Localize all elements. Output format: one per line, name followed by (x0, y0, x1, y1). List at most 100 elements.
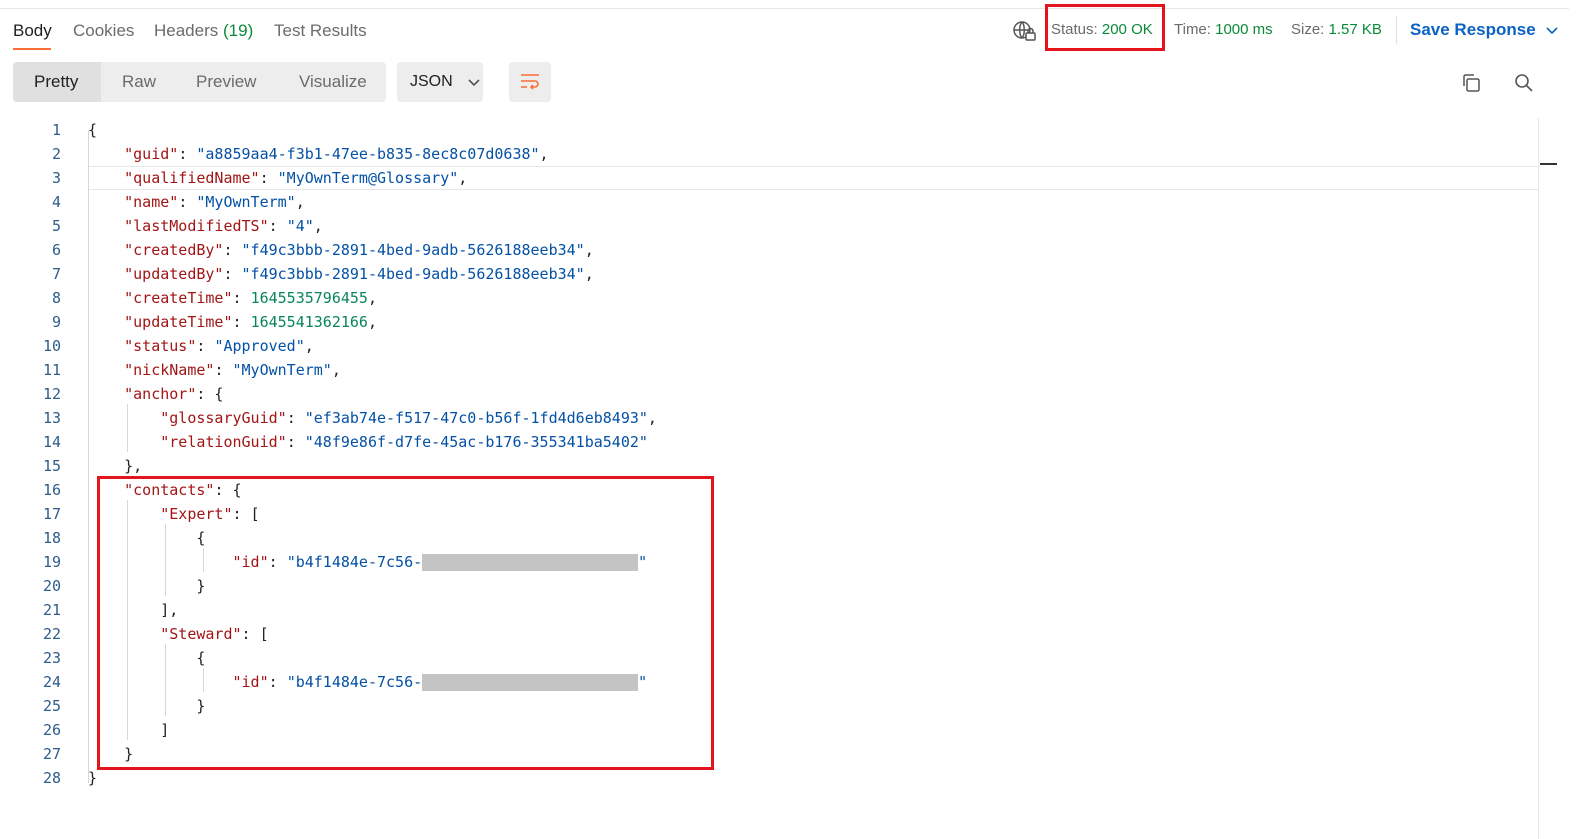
json-key: "nickName" (124, 361, 215, 379)
line-number: 16 (42, 481, 61, 499)
json-punctuation: : (232, 289, 251, 307)
save-response-button[interactable]: Save Response (1410, 20, 1558, 40)
wrap-lines-icon (519, 72, 541, 92)
line-number: 21 (42, 601, 61, 619)
tab-cookies-label: Cookies (73, 21, 135, 40)
json-key: "createTime" (124, 289, 233, 307)
line-number-gutter: 1 2 3 4 5 6 7 8 9 10 11 12 13 14 15 16 17 18 19 20 21 22 23 24 2… (13, 118, 61, 790)
scrollbar-track[interactable] (1538, 118, 1539, 839)
code-line: { (88, 118, 657, 142)
tab-body-label: Body (13, 21, 52, 40)
status-highlight-box (1045, 4, 1165, 51)
json-punctuation: , (331, 361, 341, 379)
json-punctuation: : (232, 313, 251, 331)
line-number: 12 (42, 385, 61, 403)
line-number: 28 (42, 769, 61, 787)
line-number: 22 (42, 625, 61, 643)
json-punctuation: } (88, 769, 98, 787)
json-string: "ef3ab74e-f517-47c0-b56f-1fd4d6eb8493" (304, 409, 648, 427)
json-string: "Approved" (214, 337, 305, 355)
json-string: "f49c3bbb-2891-4bed-9adb-5626188eeb34" (241, 265, 585, 283)
json-key: "relationGuid" (160, 433, 287, 451)
tab-test-results-label: Test Results (274, 21, 367, 40)
format-dropdown-value: JSON (410, 73, 453, 90)
time-value: 1000 ms (1215, 21, 1273, 38)
line-number: 8 (51, 289, 61, 307)
json-punctuation: : (178, 145, 197, 163)
json-punctuation: : (196, 337, 215, 355)
code-line: "updateTime": 1645541362166, (88, 310, 657, 334)
json-punctuation: : (223, 265, 242, 283)
code-line: "glossaryGuid": "ef3ab74e-f517-47c0-b56f… (88, 406, 657, 430)
active-tab-indicator (13, 48, 51, 50)
json-punctuation: , (367, 313, 377, 331)
code-line: "lastModifiedTS": "4", (88, 214, 657, 238)
meta-divider (1396, 16, 1397, 44)
code-line: "relationGuid": "48f9e86f-d7fe-45ac-b176… (88, 430, 657, 454)
line-number: 3 (51, 169, 61, 187)
view-mode-preview[interactable]: Preview (196, 72, 256, 92)
search-icon[interactable] (1514, 73, 1534, 93)
code-line: "qualifiedName": "MyOwnTerm@Glossary", (88, 166, 657, 190)
json-key: "name" (124, 193, 179, 211)
tab-test-results[interactable]: Test Results (274, 21, 367, 41)
tab-body[interactable]: Body (13, 21, 52, 41)
json-number: 1645541362166 (250, 313, 368, 331)
json-string: "MyOwnTerm@Glossary" (277, 169, 459, 187)
line-number: 4 (51, 193, 61, 211)
json-key: "lastModifiedTS" (124, 217, 269, 235)
globe-lock-icon[interactable] (1012, 19, 1036, 43)
json-string: "4" (286, 217, 314, 235)
scrollbar-thumb[interactable] (1540, 163, 1557, 165)
code-line: "createTime": 1645535796455, (88, 286, 657, 310)
json-key: "status" (124, 337, 197, 355)
view-mode-raw[interactable]: Raw (122, 72, 156, 92)
tab-cookies[interactable]: Cookies (73, 21, 134, 41)
time-readout: Time: 1000 ms (1174, 21, 1273, 38)
json-punctuation: , (304, 337, 314, 355)
size-readout: Size: 1.57 KB (1291, 21, 1382, 38)
json-punctuation: , (584, 265, 594, 283)
chevron-down-icon (468, 79, 480, 87)
line-number: 19 (42, 553, 61, 571)
save-response-label: Save Response (1410, 20, 1536, 39)
code-line: "status": "Approved", (88, 334, 657, 358)
json-punctuation: : (223, 241, 242, 259)
line-number: 20 (42, 577, 61, 595)
chevron-down-icon (1546, 26, 1558, 35)
tab-headers[interactable]: Headers (19) (154, 21, 253, 41)
line-number: 23 (42, 649, 61, 667)
line-number: 1 (51, 121, 61, 139)
top-divider (0, 8, 1569, 9)
json-string: "a8859aa4-f3b1-47ee-b835-8ec8c07d0638" (196, 145, 540, 163)
line-number: 10 (42, 337, 61, 355)
json-string: "MyOwnTerm" (232, 361, 332, 379)
line-number: 9 (51, 313, 61, 331)
json-punctuation: , (295, 193, 305, 211)
json-number: 1645535796455 (250, 289, 368, 307)
view-mode-pretty[interactable]: Pretty (34, 72, 78, 92)
json-punctuation: , (539, 145, 549, 163)
line-number: 5 (51, 217, 61, 235)
json-punctuation: : (214, 361, 233, 379)
copy-icon[interactable] (1461, 73, 1481, 93)
view-mode-visualize-label: Visualize (299, 72, 367, 91)
json-string: "48f9e86f-d7fe-45ac-b176-355341ba5402" (304, 433, 648, 451)
time-label: Time: (1174, 21, 1211, 38)
json-key: "anchor" (124, 385, 197, 403)
json-key: "updatedBy" (124, 265, 224, 283)
line-number: 13 (42, 409, 61, 427)
json-key: "glossaryGuid" (160, 409, 287, 427)
line-number: 27 (42, 745, 61, 763)
json-string: "MyOwnTerm" (196, 193, 296, 211)
json-punctuation: , (313, 217, 323, 235)
line-number: 7 (51, 265, 61, 283)
contacts-highlight-box (97, 476, 714, 770)
line-number: 14 (42, 433, 61, 451)
json-punctuation: : (259, 169, 278, 187)
json-punctuation: { (88, 121, 98, 139)
code-line: "anchor": { (88, 382, 657, 406)
view-mode-visualize[interactable]: Visualize (299, 72, 367, 92)
code-line: "name": "MyOwnTerm", (88, 190, 657, 214)
json-punctuation: : (286, 409, 305, 427)
